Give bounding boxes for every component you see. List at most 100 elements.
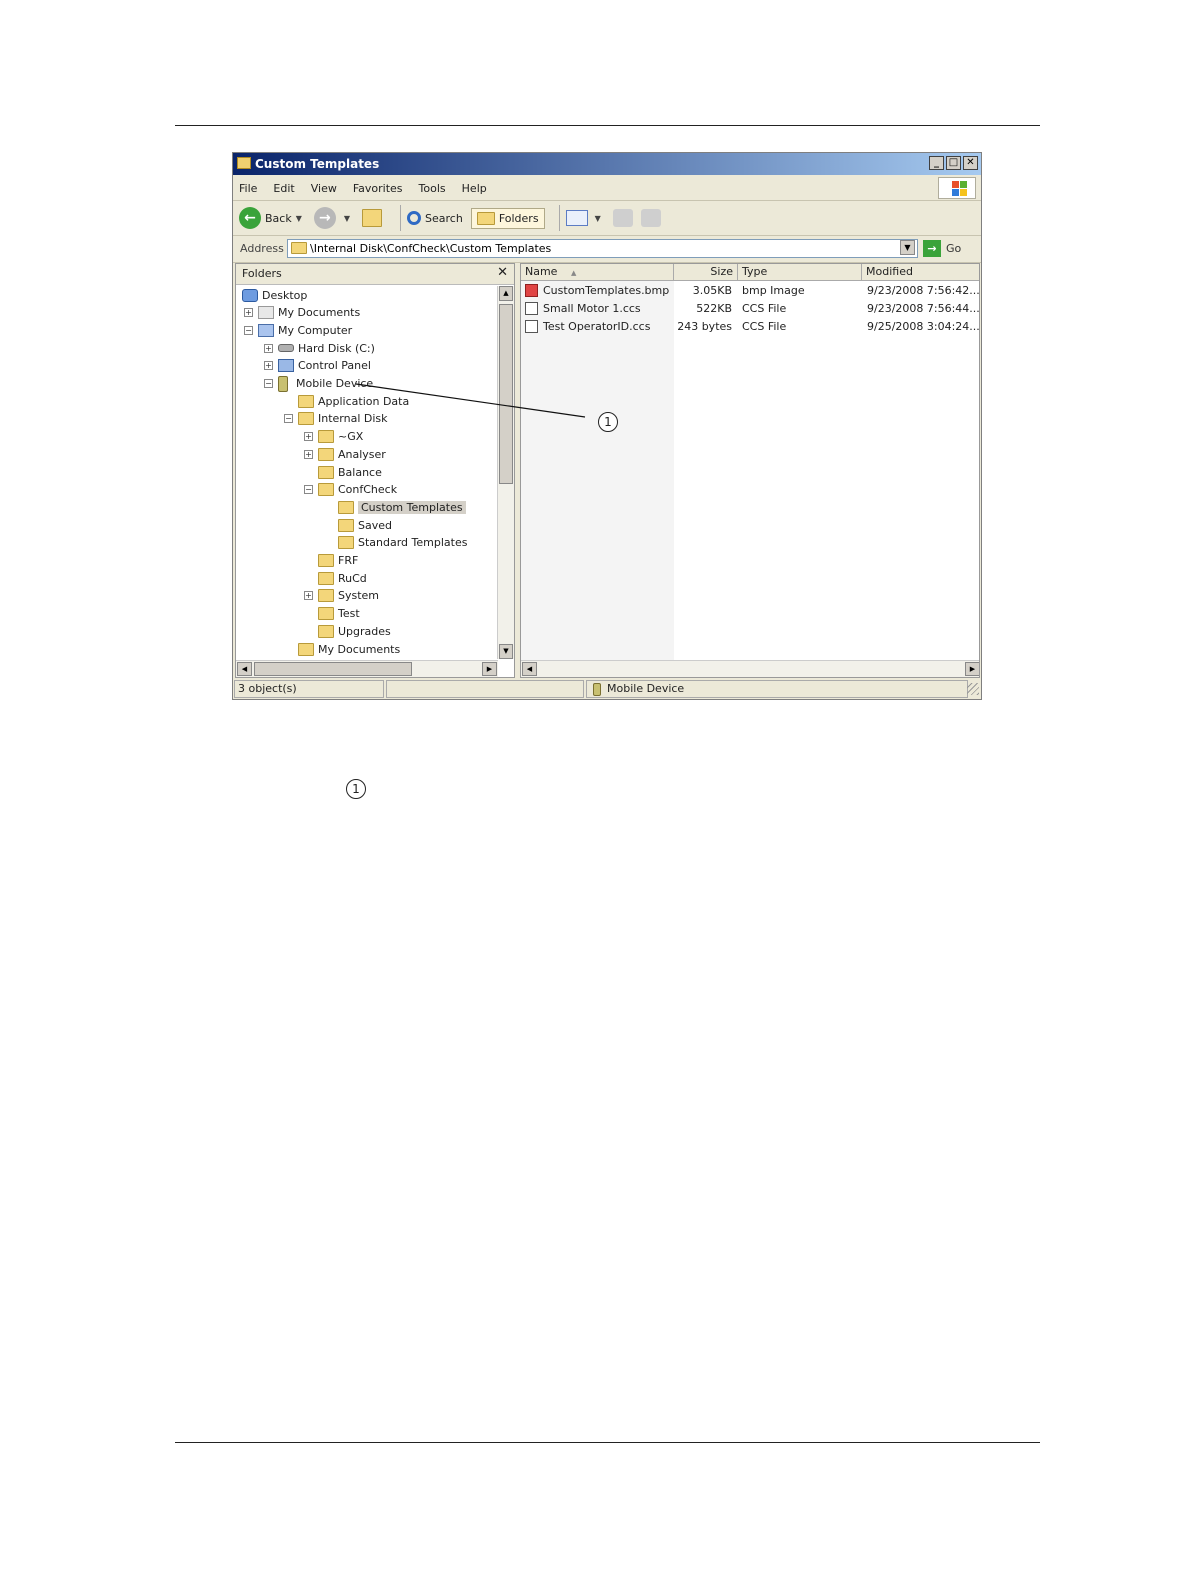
scroll-up-arrow-icon[interactable]: ▲ [499, 286, 513, 301]
tree-item[interactable]: Balance [304, 463, 382, 481]
forward-button[interactable]: → ▼ [313, 207, 354, 229]
expand-icon[interactable]: + [304, 591, 313, 601]
tree-item[interactable]: RuCd [304, 569, 367, 587]
folder-icon [318, 447, 334, 461]
tree-item[interactable]: Custom Templates [324, 498, 466, 516]
tree-item[interactable]: + Hard Disk (C:) [264, 339, 375, 357]
tree-item[interactable]: + System [304, 587, 379, 605]
folder-icon [338, 500, 354, 514]
menu-view[interactable]: View [311, 182, 337, 195]
menu-bar: File Edit View Favorites Tools Help [233, 176, 981, 201]
status-empty-panel [386, 680, 584, 698]
copy-to-icon[interactable] [640, 209, 661, 227]
file-size: 243 bytes [677, 320, 732, 333]
file-row[interactable]: Test OperatorID.ccs 243 bytes CCS File 9… [521, 318, 979, 336]
scroll-thumb[interactable] [499, 304, 513, 484]
resize-grip-icon[interactable] [967, 683, 979, 695]
tree-item[interactable]: Upgrades [304, 622, 391, 640]
tree-item[interactable]: + Control Panel [264, 357, 371, 375]
tree-item[interactable]: + Analyser [304, 445, 386, 463]
scroll-left-arrow-icon[interactable]: ◀ [237, 662, 252, 676]
tree-item[interactable]: Standard Templates [324, 534, 467, 552]
tree-item[interactable]: − Internal Disk [284, 410, 388, 428]
docs-icon [258, 306, 274, 320]
window-title: Custom Templates [255, 157, 380, 171]
tree-item[interactable]: Test [304, 605, 360, 623]
maximize-button[interactable]: □ [946, 156, 961, 170]
expand-icon[interactable]: + [304, 432, 313, 442]
windows-logo-icon [938, 177, 976, 199]
forward-arrow-icon: → [313, 207, 336, 229]
menu-tools[interactable]: Tools [419, 182, 446, 195]
scroll-down-arrow-icon[interactable]: ▼ [499, 644, 513, 659]
column-header-name[interactable]: Name ▲ [521, 264, 674, 281]
back-label: Back [265, 211, 292, 225]
close-button[interactable]: ✕ [963, 156, 978, 170]
file-row[interactable]: CustomTemplates.bmp 3.05KB bmp Image 9/2… [521, 282, 979, 300]
folders-vertical-scrollbar[interactable]: ▲ ▼ [497, 286, 514, 659]
address-input[interactable]: \Internal Disk\ConfCheck\Custom Template… [287, 239, 918, 258]
move-to-icon[interactable] [612, 209, 633, 227]
scroll-right-arrow-icon[interactable]: ▶ [482, 662, 497, 676]
back-dropdown-icon[interactable]: ▼ [296, 214, 302, 223]
folders-pane: Folders ✕ Desktop + My Documents − My Comput… [235, 263, 515, 678]
folder-icon [237, 157, 251, 169]
tree-item[interactable]: FRF [304, 552, 358, 570]
tree-item-label: Upgrades [338, 624, 391, 638]
tree-item[interactable]: − My Computer [244, 321, 352, 339]
minimize-button[interactable]: _ [929, 156, 944, 170]
column-header-type[interactable]: Type [738, 264, 862, 281]
scroll-right-arrow-icon[interactable]: ▶ [965, 662, 979, 676]
go-button[interactable]: → Go [923, 240, 961, 257]
tree-item[interactable]: + ~GX [304, 428, 363, 446]
tree-item[interactable]: − ConfCheck [304, 481, 397, 499]
tree-item[interactable]: Application Data [284, 392, 409, 410]
menu-edit[interactable]: Edit [273, 182, 294, 195]
menu-help[interactable]: Help [462, 182, 487, 195]
scroll-thumb[interactable] [254, 662, 412, 676]
tree-item-label: Mobile Device [296, 377, 374, 390]
expand-icon[interactable]: + [304, 449, 313, 459]
expand-icon[interactable]: + [244, 308, 253, 318]
search-button[interactable]: Search [407, 211, 463, 225]
folder-icon [338, 536, 354, 550]
folders-button[interactable]: Folders [470, 207, 545, 229]
bmp-file-icon [525, 284, 538, 297]
folders-horizontal-scrollbar[interactable]: ◀ ▶ [236, 660, 498, 677]
address-dropdown-button[interactable]: ▼ [900, 240, 915, 255]
folder-icon [298, 412, 314, 426]
title-bar[interactable]: Custom Templates _ □ ✕ [233, 153, 981, 175]
file-list-horizontal-scrollbar[interactable]: ◀ ▶ [521, 660, 979, 677]
collapse-icon[interactable]: − [244, 325, 253, 335]
tree-item[interactable]: My Documents [284, 640, 400, 658]
file-row[interactable]: Small Motor 1.ccs 522KB CCS File 9/23/20… [521, 300, 980, 318]
folders-pane-close-button[interactable]: ✕ [497, 265, 508, 280]
collapse-icon[interactable]: − [304, 485, 313, 495]
collapse-icon[interactable]: − [264, 379, 273, 388]
tree-item-label: Balance [338, 465, 382, 479]
search-label: Search [425, 211, 463, 225]
tree-item-label: Analyser [338, 447, 386, 461]
tree-item[interactable]: Saved [324, 516, 392, 534]
up-folder-button[interactable] [362, 209, 386, 227]
forward-dropdown-icon[interactable]: ▼ [344, 214, 350, 223]
tree-item[interactable]: Desktop [242, 286, 307, 304]
column-header-modified[interactable]: Modified [862, 264, 979, 281]
tree-item[interactable]: + My Documents [244, 304, 360, 322]
back-button[interactable]: ← Back ▼ [239, 207, 306, 229]
menu-favorites[interactable]: Favorites [353, 182, 403, 195]
views-button[interactable]: ▼ [565, 210, 605, 226]
tree-item[interactable]: − Mobile Device [264, 375, 373, 393]
expand-icon[interactable]: + [264, 361, 273, 371]
file-modified: 9/23/2008 7:56:44... [867, 302, 980, 315]
scroll-left-arrow-icon[interactable]: ◀ [522, 662, 537, 676]
column-header-size[interactable]: Size [674, 264, 738, 281]
collapse-icon[interactable]: − [284, 414, 293, 424]
menu-file[interactable]: File [239, 182, 257, 195]
file-name: CustomTemplates.bmp [543, 284, 670, 297]
go-arrow-icon: → [923, 240, 941, 257]
views-dropdown-icon[interactable]: ▼ [595, 214, 601, 223]
name-column-shade [521, 281, 674, 661]
tree-item-label: Custom Templates [358, 500, 466, 514]
expand-icon[interactable]: + [264, 343, 273, 353]
